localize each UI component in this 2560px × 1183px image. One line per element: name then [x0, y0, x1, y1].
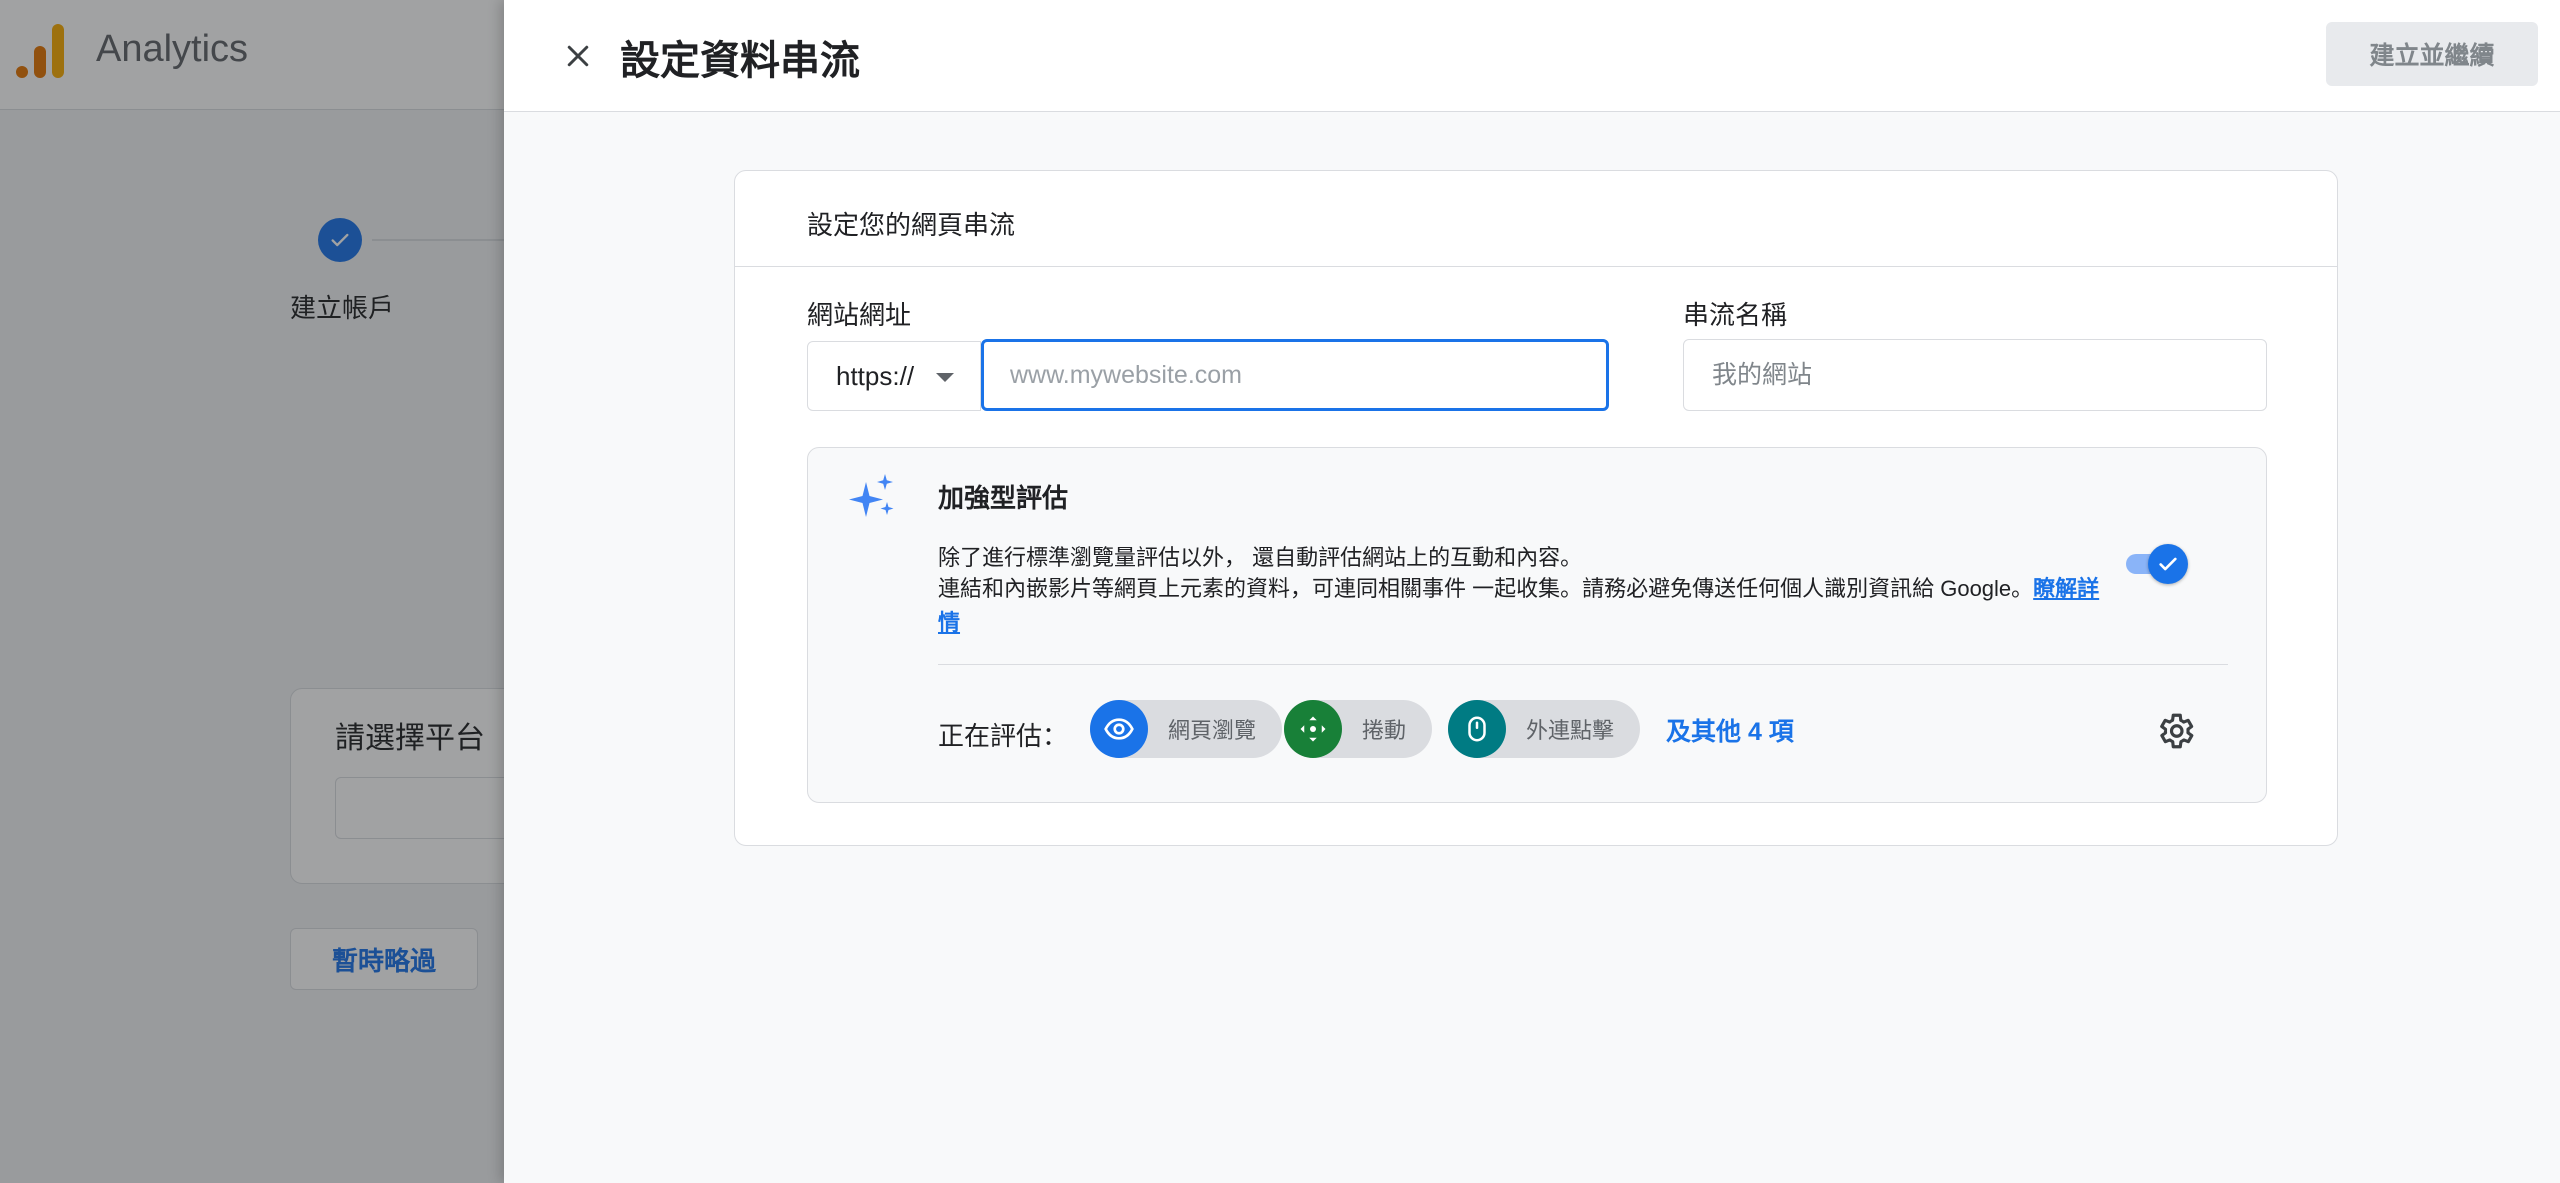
stream-name-input[interactable] [1683, 339, 2267, 411]
protocol-select[interactable]: https:// [807, 341, 981, 411]
chip-label: 網頁瀏覽 [1168, 718, 1257, 743]
enhanced-description-2-text: 連結和內嵌影片等網頁上元素的資料，可連同相關事件 一起收集。請務必避免傳送任何個… [938, 576, 2034, 601]
website-url-input[interactable] [981, 339, 1609, 411]
more-events-link[interactable]: 及其他 4 項 [1666, 712, 1794, 748]
gear-icon[interactable] [2154, 710, 2196, 752]
enhanced-measurement-section: 加強型評估 除了進行標準瀏覽量評估以外， 還自動評估網站上的互動和內容。 連結和… [807, 447, 2267, 803]
scroll-icon [1284, 700, 1342, 758]
eye-icon [1090, 700, 1148, 758]
enhanced-measurement-toggle[interactable] [2122, 544, 2188, 584]
enhanced-description-1: 除了進行標準瀏覽量評估以外， 還自動評估網站上的互動和內容。 [938, 545, 1583, 570]
check-icon [2159, 557, 2177, 571]
create-and-continue-button[interactable]: 建立並繼續 [2326, 22, 2538, 86]
measuring-label: 正在評估： [938, 721, 1069, 751]
chip-scrolls: 捲動 [1284, 700, 1433, 758]
enhanced-description-2: 連結和內嵌影片等網頁上元素的資料，可連同相關事件 一起收集。請務必避免傳送任何個… [938, 572, 2118, 640]
website-url-label: 網站網址 [807, 300, 912, 330]
chip-label: 捲動 [1362, 718, 1407, 743]
close-button[interactable] [552, 30, 604, 82]
chip-label: 外連點擊 [1526, 718, 1615, 743]
chip-outbound-clicks: 外連點擊 [1448, 700, 1641, 758]
card-header: 設定您的網頁串流 [735, 171, 2337, 267]
close-icon [567, 45, 589, 67]
protocol-value: https:// [836, 360, 915, 391]
card-title: 設定您的網頁串流 [807, 210, 1016, 240]
sparkle-icon [849, 474, 894, 517]
panel-header: 設定資料串流 建立並繼續 [504, 0, 2560, 112]
toggle-knob [2148, 544, 2188, 584]
stream-name-label: 串流名稱 [1683, 300, 1788, 330]
web-stream-card: 設定您的網頁串流 網站網址 https:// 串流名稱 加強型評估 除了進行標準… [734, 170, 2338, 846]
data-stream-panel: 設定資料串流 建立並繼續 設定您的網頁串流 網站網址 https:// 串流名稱… [504, 0, 2560, 1183]
mouse-icon [1448, 700, 1506, 758]
panel-title: 設定資料串流 [620, 39, 860, 83]
chip-page-views: 網頁瀏覽 [1090, 700, 1283, 758]
chevron-down-icon [936, 373, 954, 382]
enhanced-measurement-title: 加強型評估 [938, 483, 1069, 513]
divider [938, 664, 2228, 665]
